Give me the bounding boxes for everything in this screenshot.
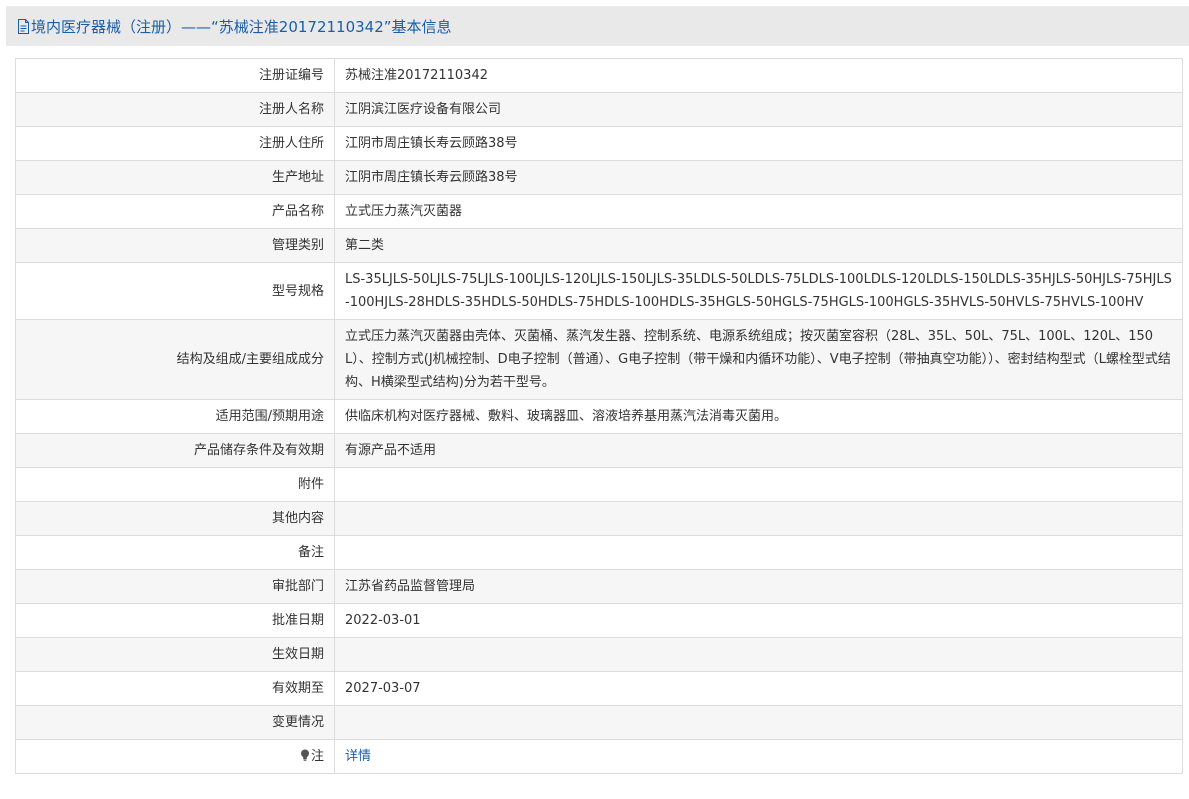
table-row: 批准日期 2022-03-01	[15, 603, 1183, 638]
table-row: 注册证编号 苏械注准20172110342	[15, 58, 1183, 93]
table-row: 审批部门 江苏省药品监督管理局	[15, 569, 1183, 604]
row-label: 产品名称	[15, 194, 335, 229]
note-value-cell: 详情	[334, 739, 1183, 774]
row-label: 注册人名称	[15, 92, 335, 127]
row-value: 2027-03-07	[334, 671, 1183, 706]
row-value: 供临床机构对医疗器械、敷料、玻璃器皿、溶液培养基用蒸汽法消毒灭菌用。	[334, 399, 1183, 434]
row-value	[334, 637, 1183, 672]
row-label: 管理类别	[15, 228, 335, 263]
page-header: 境内医疗器械（注册）——“苏械注准20172110342”基本信息	[6, 6, 1189, 46]
table-row: 附件	[15, 467, 1183, 502]
row-label: 有效期至	[15, 671, 335, 706]
note-label: 注	[310, 749, 324, 764]
row-value: 立式压力蒸汽灭菌器	[334, 194, 1183, 229]
table-row: 产品储存条件及有效期 有源产品不适用	[15, 433, 1183, 468]
table-row: 型号规格 LS-35LJLS-50LJLS-75LJLS-100LJLS-120…	[15, 262, 1183, 320]
info-table: 注册证编号 苏械注准20172110342 注册人名称 江阴滨江医疗设备有限公司…	[15, 58, 1183, 774]
bulb-icon	[300, 746, 310, 761]
table-row: 注册人名称 江阴滨江医疗设备有限公司	[15, 92, 1183, 127]
row-label: 生效日期	[15, 637, 335, 672]
row-value	[334, 501, 1183, 536]
row-value: 立式压力蒸汽灭菌器由壳体、灭菌桶、蒸汽发生器、控制系统、电源系统组成；按灭菌室容…	[334, 319, 1183, 400]
table-row: 注册人住所 江阴市周庄镇长寿云顾路38号	[15, 126, 1183, 161]
row-value: 苏械注准20172110342	[334, 58, 1183, 93]
table-row: 生效日期	[15, 637, 1183, 672]
page-title: 境内医疗器械（注册）——“苏械注准20172110342”基本信息	[17, 18, 452, 38]
details-link[interactable]: 详情	[345, 749, 371, 764]
row-value	[334, 705, 1183, 740]
table-row: 变更情况	[15, 705, 1183, 740]
row-value: LS-35LJLS-50LJLS-75LJLS-100LJLS-120LJLS-…	[334, 262, 1183, 320]
row-label: 注册证编号	[15, 58, 335, 93]
table-row: 适用范围/预期用途 供临床机构对医疗器械、敷料、玻璃器皿、溶液培养基用蒸汽法消毒…	[15, 399, 1183, 434]
note-row: 注 详情	[15, 739, 1183, 774]
table-row: 生产地址 江阴市周庄镇长寿云顾路38号	[15, 160, 1183, 195]
row-label: 产品储存条件及有效期	[15, 433, 335, 468]
table-row: 管理类别 第二类	[15, 228, 1183, 263]
document-icon	[17, 19, 30, 38]
row-label: 其他内容	[15, 501, 335, 536]
row-label: 审批部门	[15, 569, 335, 604]
row-label: 变更情况	[15, 705, 335, 740]
row-label: 结构及组成/主要组成成分	[15, 319, 335, 400]
row-label: 附件	[15, 467, 335, 502]
row-value: 江阴市周庄镇长寿云顾路38号	[334, 160, 1183, 195]
page-title-text: 境内医疗器械（注册）——“苏械注准20172110342”基本信息	[31, 18, 452, 36]
row-value	[334, 535, 1183, 570]
row-value: 第二类	[334, 228, 1183, 263]
row-label: 注册人住所	[15, 126, 335, 161]
row-value: 江阴市周庄镇长寿云顾路38号	[334, 126, 1183, 161]
row-value: 有源产品不适用	[334, 433, 1183, 468]
row-value: 江阴滨江医疗设备有限公司	[334, 92, 1183, 127]
row-label: 适用范围/预期用途	[15, 399, 335, 434]
row-label: 生产地址	[15, 160, 335, 195]
table-row: 其他内容	[15, 501, 1183, 536]
table-row: 产品名称 立式压力蒸汽灭菌器	[15, 194, 1183, 229]
row-value	[334, 467, 1183, 502]
row-value: 江苏省药品监督管理局	[334, 569, 1183, 604]
row-label: 型号规格	[15, 262, 335, 320]
row-label: 备注	[15, 535, 335, 570]
row-value: 2022-03-01	[334, 603, 1183, 638]
note-label-cell: 注	[15, 739, 335, 774]
table-row: 备注	[15, 535, 1183, 570]
row-label: 批准日期	[15, 603, 335, 638]
table-row: 结构及组成/主要组成成分 立式压力蒸汽灭菌器由壳体、灭菌桶、蒸汽发生器、控制系统…	[15, 319, 1183, 400]
table-row: 有效期至 2027-03-07	[15, 671, 1183, 706]
